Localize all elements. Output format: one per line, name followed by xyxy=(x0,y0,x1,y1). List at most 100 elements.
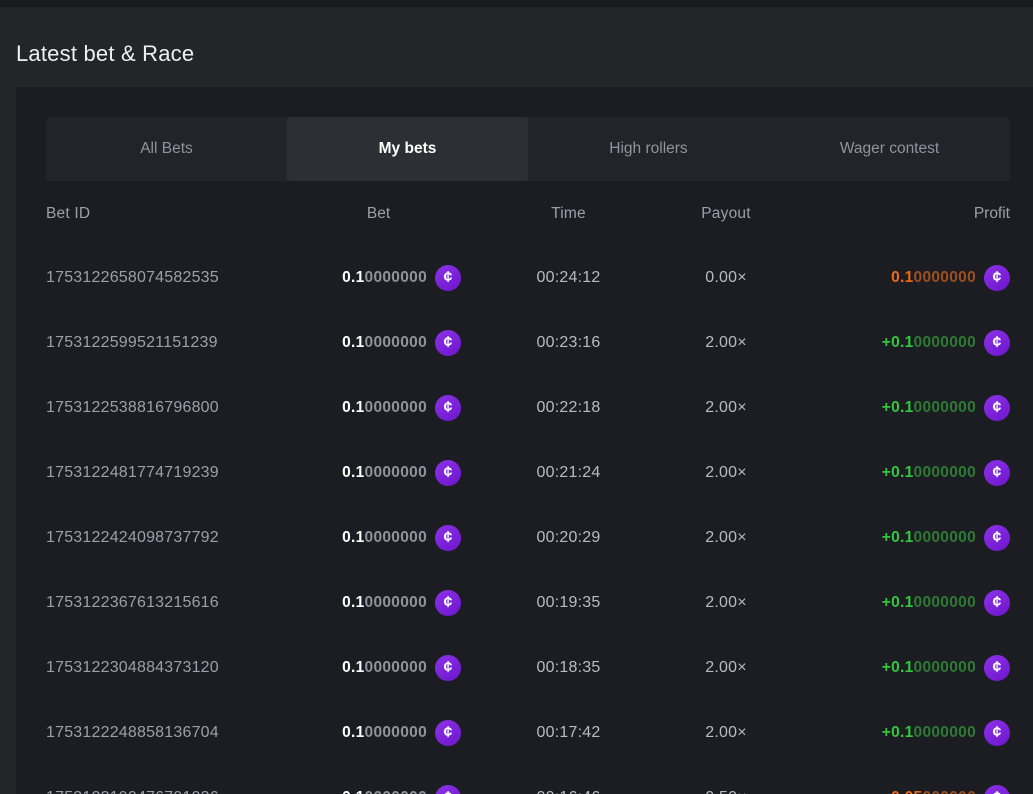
bet-time-value: 00:21:24 xyxy=(461,464,676,482)
table-row[interactable]: 1753122190476791936 0.10000000 ¢ 00:16:4… xyxy=(46,765,1010,794)
bet-amount-significant: 0.1 xyxy=(342,269,364,287)
bets-panel: All Bets My bets High rollers Wager cont… xyxy=(16,87,1033,794)
table-body: 1753122658074582535 0.10000000 ¢ 00:24:1… xyxy=(46,245,1010,794)
profit-significant: 0.05 xyxy=(891,789,922,794)
payout-multiplier-value: 2.00× xyxy=(676,659,776,677)
profit-zeros: 000000 xyxy=(922,789,976,794)
bet-id-value: 1753122481774719239 xyxy=(46,464,296,482)
coin-icon: ¢ xyxy=(984,265,1010,291)
tab-high-rollers[interactable]: High rollers xyxy=(528,117,769,181)
table-row[interactable]: 1753122481774719239 0.10000000 ¢ 00:21:2… xyxy=(46,440,1010,505)
profit-significant: +0.1 xyxy=(882,724,914,742)
bet-amount-zeros: 0000000 xyxy=(365,399,427,417)
bet-time-value: 00:17:42 xyxy=(461,724,676,742)
bet-time-value: 00:19:35 xyxy=(461,594,676,612)
coin-icon: ¢ xyxy=(984,395,1010,421)
table-header-row: Bet ID Bet Time Payout Profit xyxy=(46,189,1010,239)
bet-amount-zeros: 0000000 xyxy=(365,529,427,547)
table-row[interactable]: 1753122538816796800 0.10000000 ¢ 00:22:1… xyxy=(46,375,1010,440)
coin-icon: ¢ xyxy=(435,720,461,746)
bet-time-value: 00:22:18 xyxy=(461,399,676,417)
coin-icon: ¢ xyxy=(435,330,461,356)
table-row[interactable]: 1753122658074582535 0.10000000 ¢ 00:24:1… xyxy=(46,245,1010,310)
profit-significant: 0.1 xyxy=(891,269,913,287)
bet-id-value: 1753122424098737792 xyxy=(46,529,296,547)
coin-icon: ¢ xyxy=(984,460,1010,486)
profit-significant: +0.1 xyxy=(882,334,914,352)
col-header-payout: Payout xyxy=(676,205,776,223)
coin-icon: ¢ xyxy=(435,655,461,681)
bet-amount-zeros: 0000000 xyxy=(365,724,427,742)
bet-time-value: 00:18:35 xyxy=(461,659,676,677)
coin-icon: ¢ xyxy=(435,525,461,551)
bet-amount-significant: 0.1 xyxy=(342,659,364,677)
bet-amount-zeros: 0000000 xyxy=(365,269,427,287)
table-row[interactable]: 1753122599521151239 0.10000000 ¢ 00:23:1… xyxy=(46,310,1010,375)
bet-amount-significant: 0.1 xyxy=(342,724,364,742)
tab-my-bets[interactable]: My bets xyxy=(287,117,528,181)
profit-significant: +0.1 xyxy=(882,464,914,482)
bet-time-value: 00:23:16 xyxy=(461,334,676,352)
bet-id-value: 1753122304884373120 xyxy=(46,659,296,677)
payout-multiplier-value: 2.00× xyxy=(676,529,776,547)
page-title: Latest bet & Race xyxy=(16,40,1033,67)
profit-zeros: 0000000 xyxy=(914,464,976,482)
bet-id-value: 1753122658074582535 xyxy=(46,269,296,287)
bet-time-value: 00:20:29 xyxy=(461,529,676,547)
table-row[interactable]: 1753122248858136704 0.10000000 ¢ 00:17:4… xyxy=(46,700,1010,765)
bet-amount-zeros: 0000000 xyxy=(365,659,427,677)
bet-id-value: 1753122599521151239 xyxy=(46,334,296,352)
tab-all-bets[interactable]: All Bets xyxy=(46,117,287,181)
profit-significant: +0.1 xyxy=(882,594,914,612)
bet-amount-significant: 0.1 xyxy=(342,594,364,612)
payout-multiplier-value: 2.00× xyxy=(676,464,776,482)
table-row[interactable]: 1753122367613215616 0.10000000 ¢ 00:19:3… xyxy=(46,570,1010,635)
tab-label: Wager contest xyxy=(840,140,939,158)
profit-zeros: 0000000 xyxy=(914,399,976,417)
profit-zeros: 0000000 xyxy=(914,269,976,287)
table-row[interactable]: 1753122424098737792 0.10000000 ¢ 00:20:2… xyxy=(46,505,1010,570)
bets-tabbar: All Bets My bets High rollers Wager cont… xyxy=(46,117,1010,181)
profit-significant: +0.1 xyxy=(882,659,914,677)
bet-amount-zeros: 0000000 xyxy=(365,594,427,612)
bet-amount-significant: 0.1 xyxy=(342,334,364,352)
tab-label: My bets xyxy=(379,140,437,158)
payout-multiplier-value: 2.00× xyxy=(676,334,776,352)
bet-id-value: 1753122367613215616 xyxy=(46,594,296,612)
bet-amount-zeros: 0000000 xyxy=(365,789,427,794)
coin-icon: ¢ xyxy=(984,655,1010,681)
payout-multiplier-value: 0.00× xyxy=(676,269,776,287)
bet-amount-significant: 0.1 xyxy=(342,529,364,547)
bet-amount-significant: 0.1 xyxy=(342,464,364,482)
payout-multiplier-value: 2.00× xyxy=(676,724,776,742)
bet-amount-zeros: 0000000 xyxy=(365,464,427,482)
col-header-bet-id: Bet ID xyxy=(46,205,296,223)
bet-id-value: 1753122190476791936 xyxy=(46,789,296,794)
payout-multiplier-value: 2.00× xyxy=(676,594,776,612)
coin-icon: ¢ xyxy=(435,460,461,486)
coin-icon: ¢ xyxy=(984,785,1010,794)
coin-icon: ¢ xyxy=(435,590,461,616)
bet-time-value: 00:24:12 xyxy=(461,269,676,287)
table-row[interactable]: 1753122304884373120 0.10000000 ¢ 00:18:3… xyxy=(46,635,1010,700)
bet-amount-significant: 0.1 xyxy=(342,399,364,417)
tab-label: All Bets xyxy=(140,140,193,158)
bet-time-value: 00:16:46 xyxy=(461,789,676,794)
col-header-time: Time xyxy=(461,205,676,223)
profit-zeros: 0000000 xyxy=(914,529,976,547)
coin-icon: ¢ xyxy=(435,265,461,291)
coin-icon: ¢ xyxy=(984,525,1010,551)
tab-wager-contest[interactable]: Wager contest xyxy=(769,117,1010,181)
profit-zeros: 0000000 xyxy=(914,334,976,352)
bet-amount-zeros: 0000000 xyxy=(365,334,427,352)
coin-icon: ¢ xyxy=(435,785,461,794)
bet-id-value: 1753122248858136704 xyxy=(46,724,296,742)
bet-id-value: 1753122538816796800 xyxy=(46,399,296,417)
profit-significant: +0.1 xyxy=(882,529,914,547)
col-header-profit: Profit xyxy=(776,205,1010,223)
col-header-bet: Bet xyxy=(296,205,461,223)
bet-amount-significant: 0.1 xyxy=(342,789,364,794)
payout-multiplier-value: 0.50× xyxy=(676,789,776,794)
tab-label: High rollers xyxy=(609,140,687,158)
coin-icon: ¢ xyxy=(984,590,1010,616)
